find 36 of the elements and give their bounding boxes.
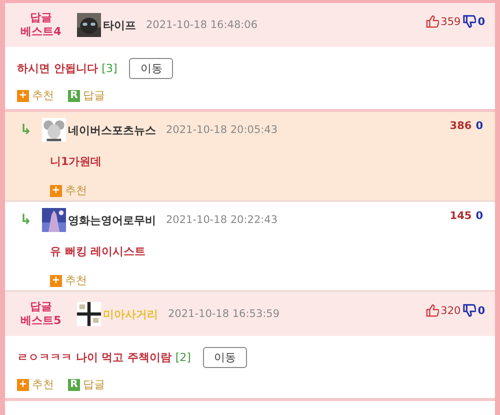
best-badge-text: 답글 — [30, 11, 52, 25]
username[interactable]: 타이프 — [103, 18, 136, 32]
like-count: 145 — [450, 210, 472, 222]
comment-title[interactable]: 하시면 안됩니다 [3] — [17, 60, 118, 76]
thumbs-up-icon[interactable] — [426, 15, 439, 28]
thumbs-down-icon[interactable] — [462, 304, 476, 317]
reply-text: 니1가원데 — [50, 154, 103, 169]
best-badge-text: 베스트4 — [20, 25, 62, 39]
timestamp: 2021-10-18 16:53:59 — [168, 308, 280, 320]
like-count: 359 — [440, 16, 461, 28]
reply-text: 유 뻐킹 레이시스트 — [50, 244, 147, 259]
dislike-count: 0 — [476, 120, 483, 132]
reply-button[interactable]: R 답글 — [68, 377, 105, 392]
best-badge-text: 답글 — [30, 300, 52, 314]
like-count: 320 — [440, 304, 461, 316]
move-button[interactable]: 이동 — [129, 58, 174, 78]
like-count: 386 — [450, 120, 472, 132]
dislike-count: 0 — [476, 210, 483, 222]
timestamp: 2021-10-18 20:05:43 — [166, 124, 278, 136]
username[interactable]: 네이버스포츠뉴스 — [68, 122, 156, 138]
comment-title[interactable]: ㄹㅇㅋㅋㅋ 나이 먹고 주책이람 [2] — [17, 350, 191, 364]
recommend-button[interactable]: + 추천 — [17, 377, 54, 392]
username[interactable]: 영화는영어로무비 — [68, 212, 156, 228]
recommend-button[interactable]: + 추천 — [50, 273, 87, 288]
thumbs-up-icon[interactable] — [426, 304, 439, 317]
reply-button[interactable]: R 답글 — [68, 88, 105, 103]
reply-arrow: ↳ — [20, 212, 33, 228]
recommend-button[interactable]: + 추천 — [17, 88, 54, 103]
best-badge-text: 베스트5 — [20, 314, 62, 328]
dislike-count: 0 — [478, 304, 485, 316]
timestamp: 2021-10-18 16:48:06 — [146, 19, 258, 31]
dislike-count: 0 — [478, 16, 485, 28]
thumbs-down-icon[interactable] — [462, 15, 476, 28]
reply-arrow: ↳ — [20, 122, 33, 138]
timestamp: 2021-10-18 20:22:43 — [166, 214, 278, 226]
move-button[interactable]: 이동 — [202, 346, 247, 368]
